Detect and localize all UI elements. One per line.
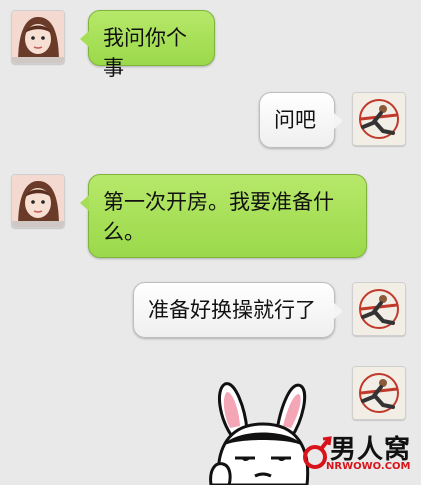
left-avatar-2[interactable]	[11, 174, 65, 228]
kungfu-kick-avatar-icon	[353, 367, 405, 419]
message-text: 第一次开房。我要准备什么。	[103, 190, 334, 244]
chat-thread: 我问你个事 问吧 第一次开房。我要准备什么。 准备好换操就行了 男人窝 NRWO…	[0, 0, 421, 485]
right-avatar-1[interactable]	[352, 92, 406, 146]
message-text: 问吧	[274, 108, 316, 132]
message-bubble-incoming[interactable]: 第一次开房。我要准备什么。	[80, 174, 367, 258]
right-avatar-2[interactable]	[352, 282, 406, 336]
left-avatar-1[interactable]	[11, 10, 65, 64]
right-avatar-3[interactable]	[352, 366, 406, 420]
girl-avatar-icon	[12, 175, 64, 227]
message-bubble-incoming[interactable]: 我问你个事	[80, 10, 215, 80]
watermark-url: NRWOWO.COM	[326, 461, 411, 472]
site-watermark: 男人窝 NRWOWO.COM	[300, 425, 421, 485]
message-bubble-outgoing[interactable]: 问吧	[259, 92, 343, 148]
girl-avatar-icon	[12, 11, 64, 63]
kungfu-kick-avatar-icon	[353, 93, 405, 145]
kungfu-kick-avatar-icon	[353, 283, 405, 335]
message-text: 我问你个事	[103, 26, 187, 80]
message-bubble-outgoing[interactable]: 准备好换操就行了	[133, 282, 343, 338]
message-text: 准备好换操就行了	[148, 298, 316, 322]
